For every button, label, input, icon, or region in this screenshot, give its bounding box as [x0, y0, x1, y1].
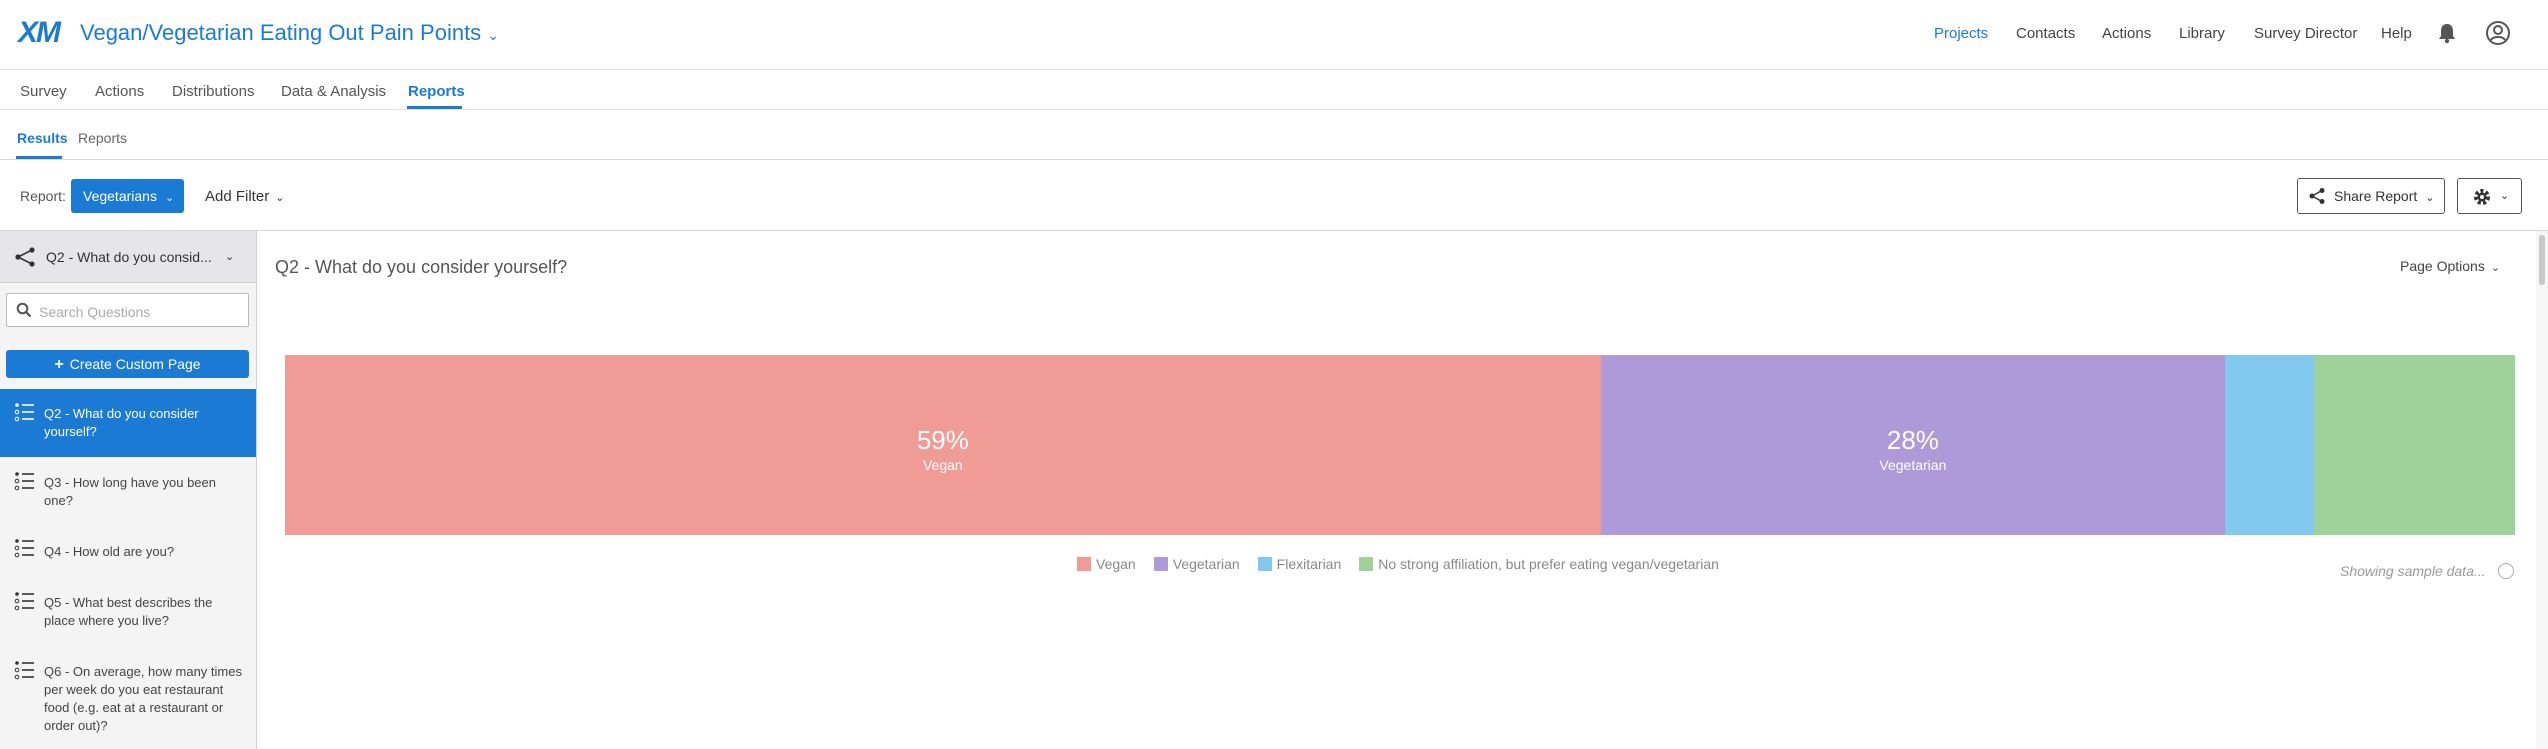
report-content: Q2 - What do you consider yourself? Page…	[257, 231, 2548, 749]
segment-label: 59% Vegan	[285, 425, 1601, 473]
legend-item[interactable]: Vegetarian	[1153, 556, 1240, 572]
nav-help[interactable]: Help	[2381, 25, 2412, 42]
chevron-down-icon: ⌄	[2490, 262, 2501, 274]
create-custom-page-button[interactable]: + Create Custom Page	[6, 350, 249, 378]
subtab-results[interactable]: Results	[17, 130, 68, 146]
report-subtabs: Results Reports	[0, 110, 2548, 160]
list-icon	[14, 472, 34, 491]
gear-icon	[2474, 189, 2490, 205]
report-select-value: Vegetarians	[83, 188, 157, 204]
segment-label: 28% Vegetarian	[1601, 425, 2225, 473]
bell-icon[interactable]	[2437, 22, 2457, 44]
stacked-bar-chart: 59% Vegan 28% Vegetarian	[285, 355, 2515, 535]
tab-distributions[interactable]: Distributions	[172, 83, 255, 100]
nav-survey-director[interactable]: Survey Director	[2254, 25, 2357, 42]
segment-name: Vegetarian	[1879, 457, 1947, 473]
active-tab-indicator	[407, 106, 462, 109]
chevron-down-icon: ⌄	[225, 251, 235, 263]
legend-label: Flexitarian	[1276, 556, 1342, 572]
chart-legend: Vegan Vegetarian Flexitarian No strong affi…	[1077, 556, 1737, 572]
project-tabs: Survey Actions Distributions Data & Anal…	[0, 70, 2548, 110]
chevron-down-icon: ⌄	[164, 192, 175, 204]
legend-item[interactable]: Vegan	[1077, 556, 1136, 572]
legend-swatch	[1153, 557, 1168, 571]
plus-icon: +	[54, 356, 64, 373]
question-sidebar: Q2 - What do you consid... ⌄ Search Ques…	[0, 231, 257, 749]
nav-library[interactable]: Library	[2179, 25, 2225, 42]
chevron-down-icon: ⌄	[275, 192, 285, 204]
legend-label: No strong affiliation, but prefer eating…	[1378, 556, 1719, 572]
legend-label: Vegan	[1096, 556, 1136, 572]
page-options-button[interactable]: Page Options ⌄	[2400, 258, 2500, 274]
search-placeholder: Search Questions	[39, 304, 151, 320]
report-label: Report:	[20, 188, 66, 204]
segment-percent: 28%	[1886, 425, 1939, 455]
sidebar-item-q3[interactable]: Q3 - How long have you been one?	[0, 458, 256, 526]
list-icon	[14, 661, 34, 680]
vertical-scrollbar[interactable]	[2536, 231, 2548, 749]
share-report-button[interactable]: Share Report ⌄	[2297, 178, 2445, 214]
bar-segment-no[interactable]	[2314, 355, 2515, 535]
question-title: Q2 - What do you consider yourself?	[275, 257, 568, 277]
sidebar-item-label: Q6 - On average, how many times per week…	[44, 664, 242, 733]
selected-page-label: Q2 - What do you consid...	[46, 249, 212, 265]
list-icon	[14, 539, 34, 558]
nav-projects[interactable]: Projects	[1934, 25, 1988, 42]
legend-item[interactable]: Flexitarian	[1257, 556, 1342, 572]
create-custom-page-label: Create Custom Page	[69, 356, 201, 372]
project-title: Vegan/Vegetarian Eating Out Pain Points	[80, 20, 482, 45]
sidebar-item-label: Q5 - What best describes the place where…	[44, 595, 213, 628]
add-filter-label: Add Filter	[205, 188, 270, 205]
sidebar-item-label: Q3 - How long have you been one?	[44, 475, 216, 508]
tab-actions[interactable]: Actions	[95, 83, 144, 100]
nav-actions[interactable]: Actions	[2102, 25, 2151, 42]
search-questions-input[interactable]: Search Questions	[6, 293, 249, 327]
chevron-down-icon: ⌄	[487, 27, 499, 43]
page-selector[interactable]: Q2 - What do you consid... ⌄	[0, 231, 256, 283]
segment-percent: 59%	[916, 425, 969, 455]
project-title-dropdown[interactable]: Vegan/Vegetarian Eating Out Pain Points ⌄	[80, 20, 499, 46]
bar-segment-vegan[interactable]: 59% Vegan	[285, 355, 1601, 535]
report-select-button[interactable]: Vegetarians ⌄	[71, 179, 184, 213]
sample-data-text: Showing sample data...	[2340, 563, 2486, 579]
bar-segment-flexitarian[interactable]	[2225, 355, 2315, 535]
nav-contacts[interactable]: Contacts	[2016, 25, 2075, 42]
subtab-reports[interactable]: Reports	[78, 130, 127, 146]
list-icon	[14, 592, 34, 611]
report-toolbar: Report: Vegetarians ⌄ Add Filter ⌄ Share R…	[0, 160, 2548, 231]
share-icon	[2309, 188, 2325, 204]
top-bar: XM Vegan/Vegetarian Eating Out Pain Poin…	[0, 0, 2548, 70]
legend-swatch	[1359, 557, 1374, 571]
user-account-icon[interactable]	[2485, 20, 2511, 46]
legend-label: Vegetarian	[1172, 556, 1240, 572]
xm-logo[interactable]: XM	[18, 16, 61, 50]
chevron-down-icon: ⌄	[2500, 190, 2510, 202]
legend-swatch	[1077, 557, 1091, 571]
active-subtab-indicator	[16, 156, 62, 159]
legend-swatch	[1257, 557, 1272, 571]
bar-segment-vegetarian[interactable]: 28% Vegetarian	[1600, 355, 2226, 535]
scrollbar-thumb[interactable]	[2539, 235, 2545, 285]
search-icon	[16, 302, 32, 318]
sidebar-item-q4[interactable]: Q4 - How old are you?	[0, 527, 256, 577]
share-icon	[15, 247, 35, 267]
tab-data-analysis[interactable]: Data & Analysis	[281, 83, 386, 100]
share-report-label: Share Report	[2334, 188, 2418, 204]
segment-name: Vegan	[922, 457, 963, 473]
legend-item[interactable]: No strong affiliation, but prefer eating…	[1359, 556, 1719, 572]
sidebar-item-label: Q4 - How old are you?	[44, 544, 175, 559]
sidebar-item-q5[interactable]: Q5 - What best describes the place where…	[0, 578, 256, 646]
tab-reports[interactable]: Reports	[408, 83, 465, 100]
report-settings-button[interactable]: ⌄	[2457, 178, 2522, 214]
sidebar-item-q2[interactable]: Q2 - What do you consider yourself?	[0, 389, 256, 457]
add-filter-button[interactable]: Add Filter ⌄	[205, 188, 284, 205]
page-options-label: Page Options	[2400, 258, 2485, 274]
sidebar-item-label: Q2 - What do you consider yourself?	[44, 406, 199, 439]
chevron-down-icon: ⌄	[2425, 192, 2435, 204]
info-circle-icon[interactable]	[2497, 563, 2514, 579]
tab-survey[interactable]: Survey	[20, 83, 67, 100]
sample-data-notice: Showing sample data...	[2340, 563, 2514, 579]
list-icon	[14, 403, 34, 422]
sidebar-item-q6[interactable]: Q6 - On average, how many times per week…	[0, 647, 256, 749]
